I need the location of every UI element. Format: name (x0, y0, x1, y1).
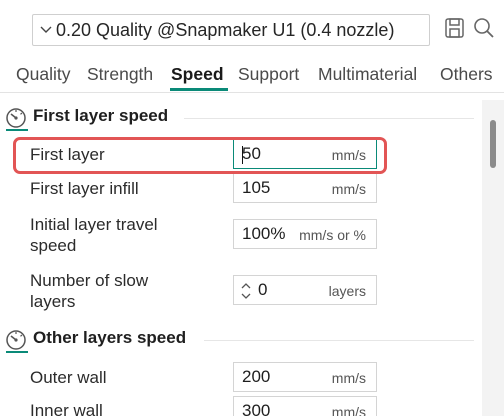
field-unit: mm/s (331, 181, 366, 197)
section-icon-underline (6, 351, 28, 353)
preset-combo[interactable]: 0.20 Quality @Snapmaker U1 (0.4 nozzle) (32, 14, 430, 46)
inner-wall-label: Inner wall (30, 401, 103, 416)
tab-speed[interactable]: Speed (171, 64, 224, 85)
initial-layer-travel-input[interactable]: 100% mm/s or % (233, 219, 377, 249)
first-layer-label: First layer (30, 145, 105, 164)
initial-layer-travel-label-line1: Initial layer travel (30, 215, 158, 234)
field-unit: mm/s (331, 404, 366, 416)
active-tab-indicator (170, 88, 228, 91)
chevron-down-icon (36, 15, 56, 45)
speed-settings-panel: First layer speed First layer 50 mm/s Fi… (0, 93, 482, 416)
speedometer-icon (5, 329, 27, 351)
section-other-layers-speed: Other layers speed (0, 326, 482, 353)
field-value: 300 (242, 401, 271, 416)
first-layer-infill-label: First layer infill (30, 179, 139, 198)
field-value: 200 (242, 367, 271, 386)
inner-wall-input[interactable]: 300 mm/s (233, 396, 377, 416)
slow-layers-label-line1: Number of slow (30, 271, 149, 290)
settings-tabs: Quality Strength Speed Support Multimate… (0, 60, 504, 92)
tab-multimaterial[interactable]: Multimaterial (318, 64, 417, 85)
speedometer-icon (5, 107, 27, 129)
field-unit: mm/s (331, 147, 366, 163)
section-title: Other layers speed (33, 328, 187, 347)
tab-strength[interactable]: Strength (87, 64, 153, 85)
search-icon[interactable] (472, 16, 496, 40)
save-icon[interactable] (444, 16, 466, 40)
field-value: 50 (242, 144, 261, 163)
stepper-arrows-icon[interactable] (240, 281, 252, 301)
preset-bar: 0.20 Quality @Snapmaker U1 (0.4 nozzle) (0, 0, 504, 58)
field-value: 105 (242, 178, 271, 197)
slow-layers-label-line2: layers (30, 292, 76, 311)
first-layer-input[interactable]: 50 mm/s (233, 139, 377, 169)
initial-layer-travel-label-line2: speed (30, 236, 77, 255)
slow-layers-stepper[interactable]: 0 layers (233, 275, 377, 305)
field-unit: layers (328, 283, 366, 299)
outer-wall-input[interactable]: 200 mm/s (233, 362, 377, 392)
section-divider (184, 118, 474, 119)
field-value: 100% (242, 224, 286, 243)
section-icon-underline (6, 129, 28, 131)
preset-name: 0.20 Quality @Snapmaker U1 (0.4 nozzle) (56, 19, 395, 40)
section-title: First layer speed (33, 106, 169, 125)
first-layer-infill-input[interactable]: 105 mm/s (233, 173, 377, 203)
field-unit: mm/s (331, 370, 366, 386)
tab-others[interactable]: Others (440, 64, 493, 85)
field-unit: mm/s or % (299, 227, 366, 243)
section-first-layer-speed: First layer speed (0, 104, 482, 131)
outer-wall-label: Outer wall (30, 368, 107, 387)
section-divider (204, 340, 474, 341)
scrollbar-thumb[interactable] (490, 120, 496, 168)
field-value: 0 (258, 280, 268, 299)
tab-support[interactable]: Support (238, 64, 299, 85)
tab-quality[interactable]: Quality (16, 64, 70, 85)
